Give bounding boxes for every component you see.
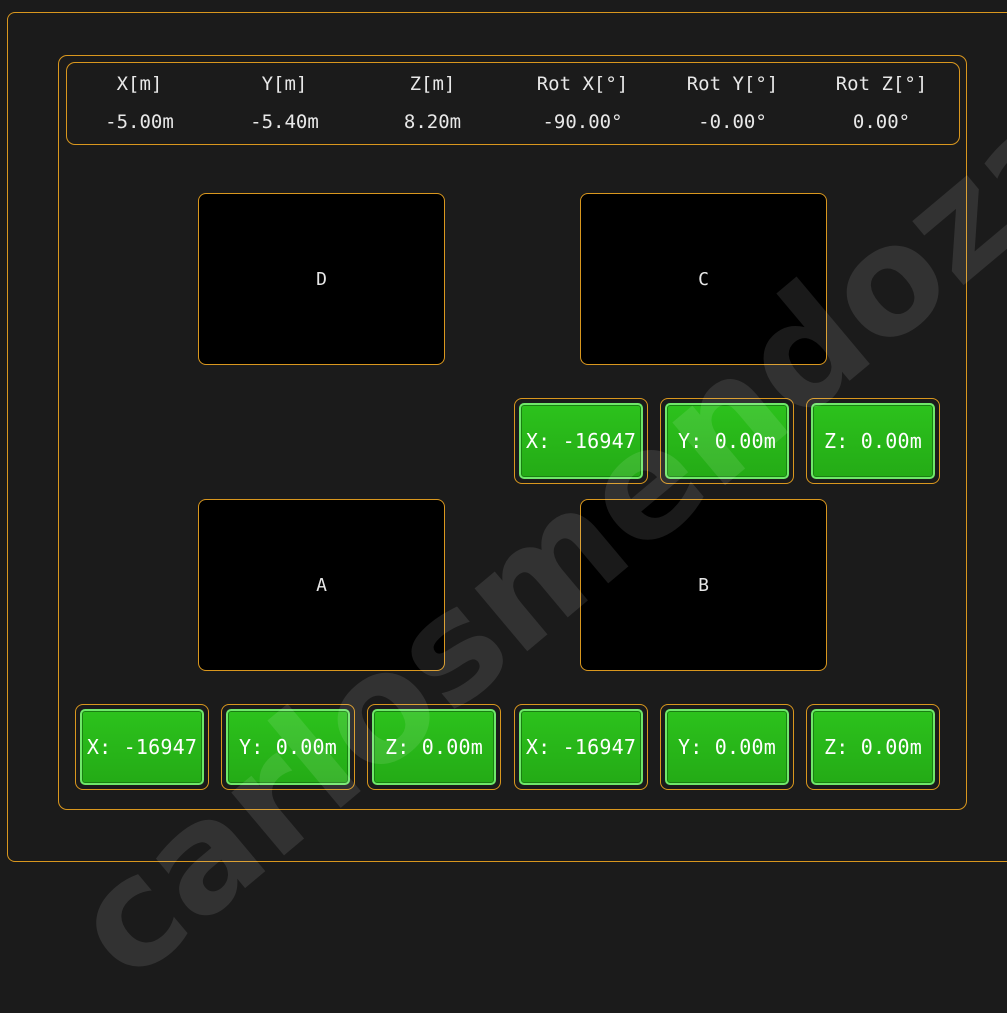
bottom-z-button-2-label: Z: 0.00m (811, 709, 935, 785)
position-readout: X[m] -5.00m Y[m] -5.40m Z[m] 8.20m Rot X… (66, 62, 960, 145)
readout-label-y: Y[m] (261, 73, 308, 95)
mid-y-button-label: Y: 0.00m (665, 403, 789, 479)
readout-label-x: X[m] (116, 73, 163, 95)
zone-d-label: D (316, 268, 327, 290)
bottom-z-button-2[interactable]: Z: 0.00m (806, 704, 940, 790)
bottom-y-button-1-label: Y: 0.00m (226, 709, 350, 785)
bottom-y-button-1[interactable]: Y: 0.00m (221, 704, 355, 790)
readout-value-y: -5.40m (250, 111, 319, 133)
readout-label-z: Z[m] (409, 73, 456, 95)
readout-col-rot-y: Rot Y[°] -0.00° (660, 63, 805, 144)
bottom-x-button-1-label: X: -16947 (80, 709, 204, 785)
bottom-x-button-2-label: X: -16947 (519, 709, 643, 785)
zone-d[interactable]: D (198, 193, 445, 365)
mid-z-button-label: Z: 0.00m (811, 403, 935, 479)
readout-label-rot-z: Rot Z[°] (835, 73, 928, 95)
zone-a-label: A (316, 574, 327, 596)
readout-value-rot-z: 0.00° (852, 111, 911, 133)
readout-value-x: -5.00m (105, 111, 174, 133)
readout-col-rot-x: Rot X[°] -90.00° (510, 63, 655, 144)
bottom-x-button-1[interactable]: X: -16947 (75, 704, 209, 790)
readout-value-rot-y: -0.00° (698, 111, 767, 133)
readout-value-z: 8.20m (403, 111, 462, 133)
bottom-z-button-1[interactable]: Z: 0.00m (367, 704, 501, 790)
readout-label-rot-y: Rot Y[°] (686, 73, 779, 95)
mid-x-button-label: X: -16947 (519, 403, 643, 479)
bottom-x-button-2[interactable]: X: -16947 (514, 704, 648, 790)
mid-x-button[interactable]: X: -16947 (514, 398, 648, 484)
readout-value-rot-x: -90.00° (542, 111, 623, 133)
readout-col-y: Y[m] -5.40m (212, 63, 357, 144)
bottom-y-button-2[interactable]: Y: 0.00m (660, 704, 794, 790)
readout-col-x: X[m] -5.00m (67, 63, 212, 144)
zone-b[interactable]: B (580, 499, 827, 671)
zone-c-label: C (698, 268, 709, 290)
readout-col-z: Z[m] 8.20m (360, 63, 505, 144)
zone-b-label: B (698, 574, 709, 596)
bottom-z-button-1-label: Z: 0.00m (372, 709, 496, 785)
mid-z-button[interactable]: Z: 0.00m (806, 398, 940, 484)
zone-a[interactable]: A (198, 499, 445, 671)
readout-label-rot-x: Rot X[°] (536, 73, 629, 95)
bottom-y-button-2-label: Y: 0.00m (665, 709, 789, 785)
zone-c[interactable]: C (580, 193, 827, 365)
mid-y-button[interactable]: Y: 0.00m (660, 398, 794, 484)
readout-col-rot-z: Rot Z[°] 0.00° (809, 63, 954, 144)
